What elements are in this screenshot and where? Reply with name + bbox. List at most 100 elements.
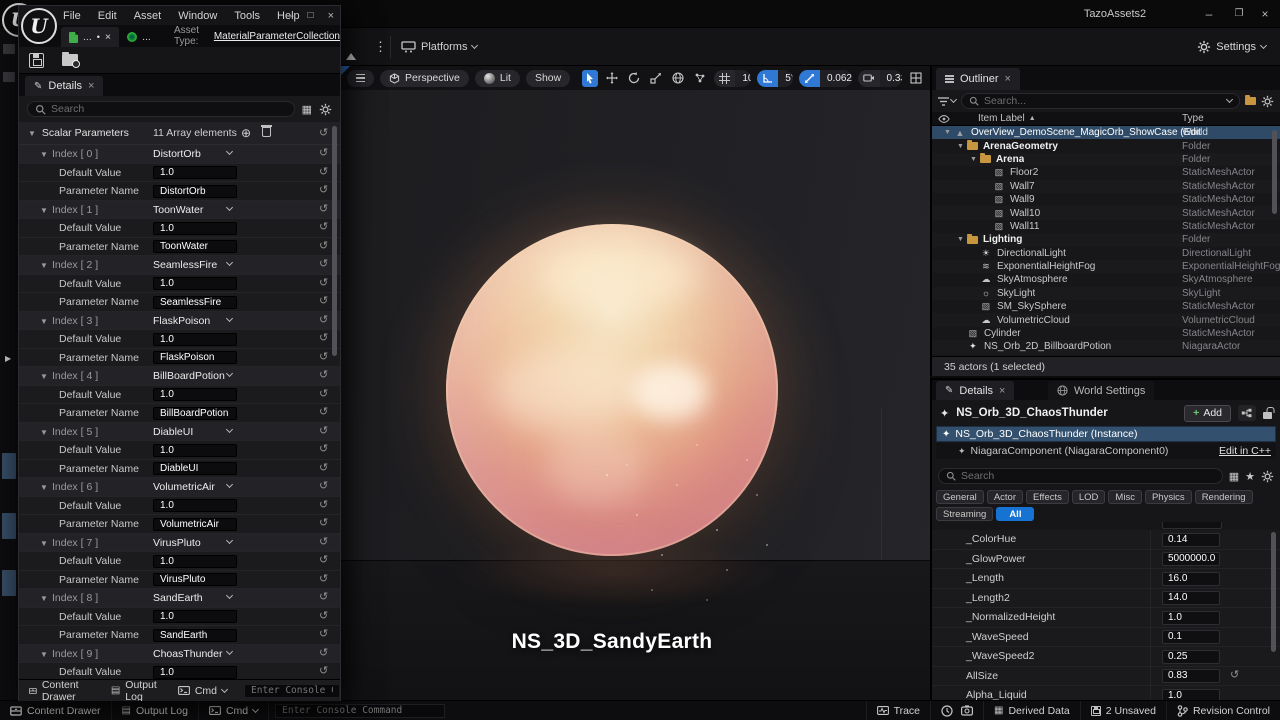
outliner-search-input[interactable] (984, 95, 1222, 107)
default-value-row[interactable]: Default Value 1.0 ↺ (19, 663, 340, 679)
default-value-row[interactable]: Default Value 1.0 ↺ (19, 219, 340, 238)
property-row[interactable]: Alpha_Liquid 1.0 ↺ (932, 686, 1280, 700)
reset-to-default-icon[interactable]: ↺ (319, 518, 328, 529)
parameter-name-field[interactable]: DistortOrb (153, 185, 237, 198)
delete-all-icon[interactable] (262, 127, 271, 137)
reset-to-default-icon[interactable]: ↺ (319, 648, 328, 659)
scale-tool-button[interactable] (648, 70, 664, 87)
reset-to-default-icon[interactable]: ↺ (319, 259, 328, 270)
parameter-name-row[interactable]: Parameter Name VirusPluto ↺ (19, 571, 340, 590)
element-dropdown[interactable]: FlaskPoison (153, 312, 210, 330)
element-dropdown[interactable]: VolumetricAir (153, 478, 215, 496)
reset-to-default-icon[interactable]: ↺ (319, 315, 328, 326)
surface-snap-button[interactable] (692, 70, 708, 87)
reset-to-default-icon[interactable]: ↺ (319, 148, 328, 159)
parameter-name-field[interactable]: BillBoardPotion (153, 407, 237, 420)
minimize-button[interactable]: – (1196, 0, 1222, 28)
parameter-search[interactable] (27, 101, 295, 117)
property-row[interactable]: _Length2 14.0 ↺ (932, 589, 1280, 609)
default-value-row[interactable]: Default Value 1.0 ↺ (19, 552, 340, 571)
reset-to-default-icon[interactable]: ↺ (319, 444, 328, 455)
default-value-field[interactable]: 1.0 (153, 666, 237, 679)
reset-to-default-icon[interactable]: ↺ (319, 463, 328, 474)
chevron-down-icon[interactable] (1226, 96, 1233, 103)
column-item-label[interactable]: Item Label▲ (978, 113, 1036, 124)
index-row[interactable]: ▼ Index [ 0 ] DistortOrb ↺ (19, 145, 340, 164)
reset-to-default-icon[interactable]: ↺ (319, 370, 328, 381)
filter-chip[interactable]: Misc (1108, 490, 1142, 504)
default-value-field[interactable]: 1.0 (153, 610, 237, 623)
gear-icon[interactable] (1261, 470, 1274, 483)
outliner-scrollbar[interactable] (1272, 130, 1277, 214)
property-value-field[interactable]: 0.25 (1162, 650, 1220, 664)
index-row[interactable]: ▼ Index [ 5 ] DiableUI ↺ (19, 423, 340, 442)
outliner-row[interactable]: ▼ NS_Orb_2D_BillboardPotion NiagaraActor (932, 340, 1280, 353)
platforms-button[interactable]: Platforms (401, 28, 477, 66)
parameter-name-row[interactable]: Parameter Name BillBoardPotion ↺ (19, 404, 340, 423)
outliner-search[interactable] (961, 93, 1240, 109)
console-command-input[interactable] (275, 704, 445, 718)
close-icon[interactable]: × (999, 385, 1005, 397)
outliner-row[interactable]: ▼ SkyAtmosphere SkyAtmosphere (932, 273, 1280, 286)
minimize-button[interactable]: – (287, 10, 293, 22)
outliner-column-header[interactable]: Item Label▲ Type (932, 112, 1280, 126)
outliner-row[interactable]: ▼ Wall7 StaticMeshActor (932, 180, 1280, 193)
property-value-field[interactable]: 0.1 (1162, 630, 1220, 644)
camera-speed-control[interactable]: 0.33 (858, 70, 902, 87)
reset-to-default-icon[interactable]: ↺ (319, 128, 328, 139)
parameter-name-field[interactable]: FlaskPoison (153, 351, 237, 364)
menu-window[interactable]: Window (178, 10, 217, 22)
maximize-viewport-button[interactable] (908, 70, 924, 87)
reset-to-default-icon[interactable]: ↺ (319, 537, 328, 548)
reset-to-default-icon[interactable]: ↺ (319, 481, 328, 492)
close-icon[interactable]: × (105, 31, 111, 43)
gear-icon[interactable] (319, 103, 332, 116)
outliner-row[interactable]: ▼ ArenaGeometry Folder (932, 139, 1280, 152)
outliner-row[interactable]: ▼ Floor2 StaticMeshActor (932, 166, 1280, 179)
tab-outliner[interactable]: Outliner × (936, 68, 1020, 90)
index-row[interactable]: ▼ Index [ 4 ] BillBoardPotion ↺ (19, 367, 340, 386)
reset-to-default-icon[interactable]: ↺ (319, 296, 328, 307)
default-value-row[interactable]: Default Value 1.0 ↺ (19, 386, 340, 405)
tab-world-settings[interactable]: World Settings (1048, 381, 1154, 400)
filter-chip[interactable]: LOD (1072, 490, 1106, 504)
outliner-row[interactable]: ▼ OverView_DemoScene_MagicOrb_ShowCase (… (932, 126, 1280, 139)
column-type[interactable]: Type (1182, 113, 1204, 124)
lit-mode-button[interactable]: Lit (475, 70, 520, 87)
rotation-snap-control[interactable]: 5° (757, 70, 793, 87)
index-row[interactable]: ▼ Index [ 9 ] ChoasThunder ↺ (19, 645, 340, 664)
reset-to-default-icon[interactable]: ↺ (319, 389, 328, 400)
filter-chip[interactable]: All (996, 507, 1034, 521)
property-row[interactable]: _WaveSpeed2 0.25 ↺ (932, 647, 1280, 667)
browse-to-asset-button[interactable] (62, 54, 78, 66)
edit-in-cpp-link[interactable]: Edit in C++ (1219, 445, 1271, 457)
index-row[interactable]: ▼ Index [ 3 ] FlaskPoison ↺ (19, 312, 340, 331)
reset-to-default-icon[interactable]: ↺ (319, 185, 328, 196)
world-space-button[interactable] (670, 70, 686, 87)
parameter-search-input[interactable] (51, 103, 287, 115)
default-value-field[interactable]: 1.0 (153, 444, 237, 457)
element-dropdown[interactable]: DiableUI (153, 423, 193, 441)
revision-control-button[interactable]: Revision Control (1167, 701, 1280, 720)
reset-to-default-icon[interactable]: ↺ (319, 241, 328, 252)
menu-tools[interactable]: Tools (234, 10, 260, 22)
cmd-button[interactable]: Cmd (199, 701, 269, 720)
maximize-button[interactable]: ❐ (1226, 0, 1252, 28)
reset-to-default-icon[interactable]: ↺ (319, 592, 328, 603)
parameter-name-field[interactable]: SandEarth (153, 629, 237, 642)
outliner-row[interactable]: ▼ SM_SkySphere StaticMeshActor (932, 300, 1280, 313)
outliner-row[interactable]: ▼ DirectionalLight DirectionalLight (932, 247, 1280, 260)
index-row[interactable]: ▼ Index [ 1 ] ToonWater ↺ (19, 201, 340, 220)
default-value-field[interactable]: 1.0 (153, 166, 237, 179)
filter-chip[interactable]: General (936, 490, 984, 504)
element-dropdown[interactable]: BillBoardPotion (153, 367, 225, 385)
default-value-field[interactable]: 1.0 (153, 388, 237, 401)
default-value-field[interactable]: 1.0 (153, 222, 237, 235)
reset-to-default-icon[interactable]: ↺ (319, 611, 328, 622)
close-button[interactable]: × (328, 10, 334, 22)
property-row[interactable]: _Length 16.0 ↺ (932, 569, 1280, 589)
asset-type-link[interactable]: MaterialParameterCollection (214, 31, 340, 42)
menu-file[interactable]: File (63, 10, 81, 22)
default-value-field[interactable]: 1.0 (153, 499, 237, 512)
material-parameter-collection-window[interactable]: U File Edit Asset Window Tools Help – □ … (18, 5, 341, 701)
